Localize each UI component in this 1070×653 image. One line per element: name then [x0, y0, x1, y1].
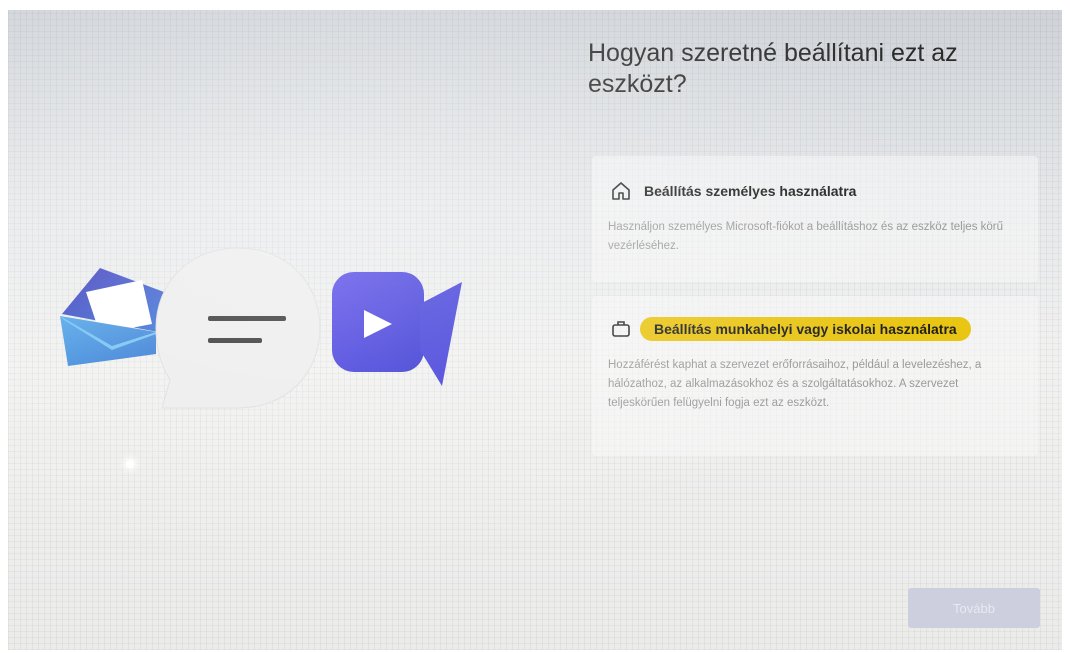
option-header: Beállítás munkahelyi vagy iskolai haszná… [608, 316, 971, 342]
video-call-icon [332, 272, 462, 386]
option-description: Hozzáférést kaphat a szervezet erőforrás… [608, 359, 982, 409]
page-title: Hogyan szeretné beállítani ezt az eszköz… [588, 39, 958, 98]
setup-screen: Hogyan szeretné beállítani ezt az eszköz… [8, 10, 1062, 650]
briefcase-icon [608, 316, 634, 342]
option-header: Beállítás személyes használatra [608, 178, 856, 204]
next-button[interactable]: Tovább [908, 588, 1040, 628]
chat-bubble-icon [155, 247, 321, 409]
option-work-school-use[interactable]: Beállítás munkahelyi vagy iskolai haszná… [592, 296, 1038, 456]
setup-illustration [48, 240, 488, 450]
option-title: Beállítás személyes használatra [644, 183, 857, 199]
home-icon [608, 178, 634, 204]
option-personal-use[interactable]: Beállítás személyes használatra Használj… [592, 156, 1038, 282]
option-title: Beállítás munkahelyi vagy iskolai haszná… [640, 317, 971, 341]
option-description: Használjon személyes Microsoft-fiókot a … [608, 221, 1004, 252]
screen-glare [126, 460, 134, 468]
